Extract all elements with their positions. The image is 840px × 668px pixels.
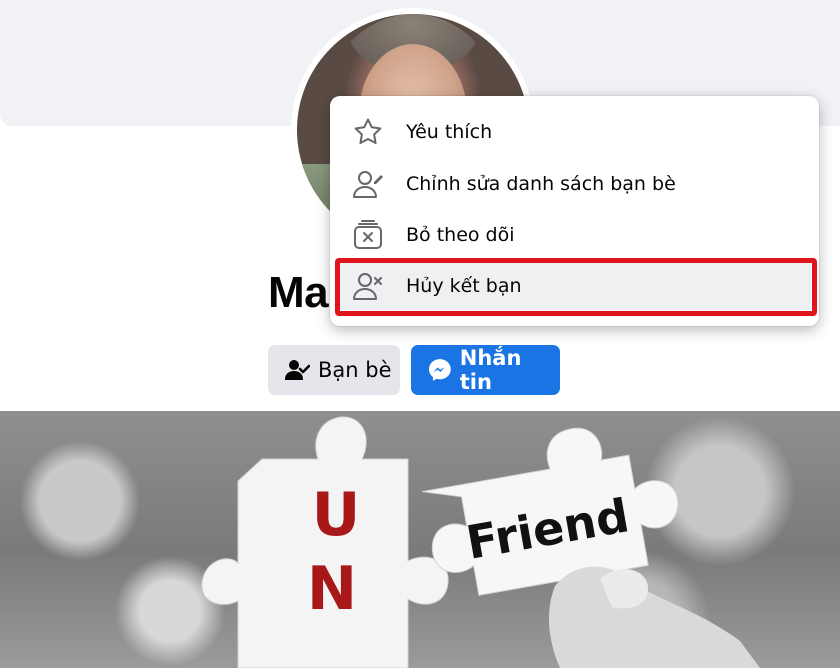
menu-item-favorite[interactable]: Yêu thích — [338, 108, 811, 156]
unfriend-puzzle-photo: U N Friend — [0, 411, 840, 668]
menu-item-label: Chỉnh sửa danh sách bạn bè — [406, 173, 676, 195]
star-icon — [354, 118, 382, 144]
message-button[interactable]: Nhắn tin — [411, 345, 560, 395]
puzzle-illustration: U N Friend — [201, 416, 760, 668]
messenger-icon — [428, 359, 451, 381]
profile-name: Ma — [268, 268, 329, 317]
letter-u: U — [312, 480, 361, 550]
unfollow-icon — [354, 220, 382, 249]
menu-item-unfollow[interactable]: Bỏ theo dõi — [338, 211, 811, 259]
friends-check-icon — [285, 360, 310, 380]
letter-n: N — [307, 554, 357, 624]
unfriend-highlight-box — [335, 258, 817, 316]
menu-item-edit-friend-list[interactable]: Chỉnh sửa danh sách bạn bè — [338, 160, 811, 208]
friends-button-label: Bạn bè — [318, 358, 392, 382]
edit-friend-list-icon — [353, 171, 383, 198]
friends-button[interactable]: Bạn bè — [268, 345, 400, 395]
menu-item-label: Yêu thích — [406, 121, 493, 143]
menu-item-label: Bỏ theo dõi — [406, 224, 515, 246]
message-button-label: Nhắn tin — [459, 346, 522, 394]
